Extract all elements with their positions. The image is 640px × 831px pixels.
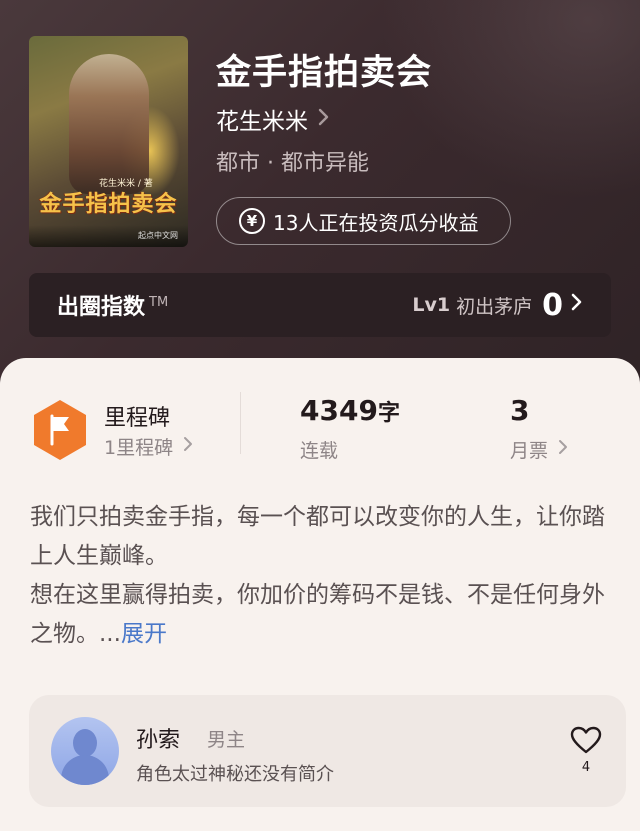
author-name: 花生米米 bbox=[216, 109, 308, 135]
yen-circle-icon: ¥ bbox=[239, 208, 265, 234]
heart-outline-icon bbox=[570, 726, 602, 758]
like-count: 4 bbox=[581, 760, 591, 775]
expand-link[interactable]: 展开 bbox=[121, 621, 167, 647]
avatar-shoulders bbox=[61, 755, 109, 785]
character-description: 角色太过神秘还没有简介 bbox=[136, 764, 334, 785]
invest-button[interactable]: ¥ 13人正在投资瓜分收益 bbox=[216, 197, 511, 245]
cover-title: 金手指拍卖会 bbox=[39, 191, 178, 217]
cover-publisher: 起点中文网 bbox=[138, 231, 178, 240]
trademark-mark: TM bbox=[149, 294, 169, 310]
author-link[interactable]: 花生米米 bbox=[216, 102, 330, 136]
synopsis-paragraph-1: 我们只拍卖金手指，每一个都可以改变你的人生，让你踏上人生巅峰。 bbox=[30, 504, 605, 569]
monthly-ticket-label: 月票 bbox=[510, 440, 549, 462]
word-count-unit: 字 bbox=[377, 401, 400, 426]
influence-index-bar[interactable]: 出圈指数 TM Lv1 初出茅庐 0 bbox=[29, 273, 611, 337]
influence-level: Lv1 初出茅庐 0 bbox=[412, 288, 583, 323]
synopsis-paragraph-2: 想在这里赢得拍卖，你加价的筹码不是钱、不是任何身外之物。...展开 bbox=[30, 576, 610, 654]
word-count: 4349字 bbox=[300, 394, 400, 427]
influence-level-code: Lv1 bbox=[412, 294, 451, 316]
chevron-right-icon bbox=[183, 436, 193, 457]
character-role: 男主 bbox=[207, 729, 246, 751]
influence-level-name: 初出茅庐 bbox=[456, 295, 533, 318]
influence-title-text: 出圈指数 bbox=[57, 295, 146, 320]
avatar-head bbox=[73, 729, 97, 757]
serial-status: 连载 bbox=[300, 440, 339, 462]
milestone-label[interactable]: 里程碑 bbox=[104, 400, 170, 432]
milestone-count-text: 1里程碑 bbox=[104, 437, 174, 459]
chevron-right-icon bbox=[558, 439, 568, 460]
avatar[interactable] bbox=[51, 717, 119, 785]
stats-divider bbox=[240, 392, 241, 454]
synopsis-paragraph-2-text: 想在这里赢得拍卖，你加价的筹码不是钱、不是任何身外之物。... bbox=[30, 582, 605, 647]
book-genre[interactable]: 都市 · 都市异能 bbox=[216, 145, 369, 177]
monthly-ticket-link[interactable]: 月票 bbox=[510, 436, 568, 463]
book-title: 金手指拍卖会 bbox=[216, 53, 433, 93]
like-button[interactable]: 4 bbox=[570, 726, 602, 782]
chevron-right-icon bbox=[571, 292, 583, 318]
influence-title: 出圈指数 TM bbox=[57, 289, 168, 321]
book-cover[interactable]: 花生米米 / 著 金手指拍卖会 起点中文网 bbox=[29, 36, 188, 247]
monthly-ticket-count: 3 bbox=[510, 394, 530, 427]
influence-score: 0 bbox=[542, 287, 563, 323]
book-synopsis[interactable]: 我们只拍卖金手指，每一个都可以改变你的人生，让你踏上人生巅峰。 想在这里赢得拍卖… bbox=[30, 498, 610, 654]
chevron-right-icon bbox=[318, 107, 330, 132]
word-count-value: 4349 bbox=[300, 394, 378, 427]
flag-hexagon-icon[interactable] bbox=[31, 398, 89, 462]
milestone-count[interactable]: 1里程碑 bbox=[104, 433, 193, 460]
invest-label: 13人正在投资瓜分收益 bbox=[273, 210, 479, 235]
character-name: 孙索 bbox=[136, 728, 181, 753]
cover-figure bbox=[69, 54, 149, 194]
